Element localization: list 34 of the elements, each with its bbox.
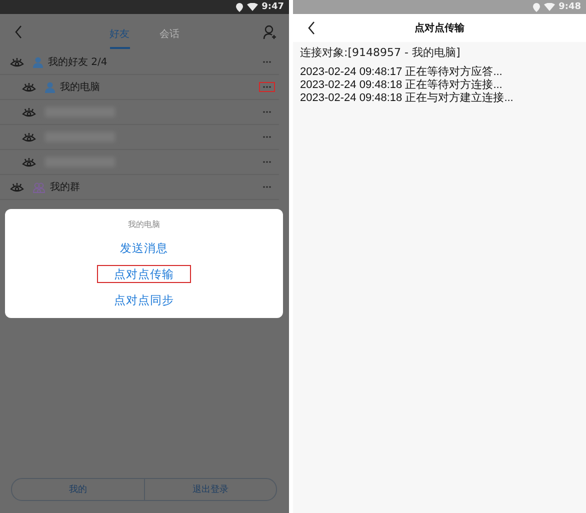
group-icon — [33, 182, 45, 192]
back-button[interactable] — [307, 21, 317, 35]
eye-icon[interactable] — [22, 82, 36, 92]
location-icon — [532, 2, 540, 12]
dialog-title: 我的电脑 — [128, 219, 160, 230]
group-name: 我的好友 2/4 — [48, 56, 108, 69]
log-line: 2023-02-24 09:48:18 正在等待对方连接... — [300, 79, 504, 92]
person-icon — [45, 82, 55, 92]
add-friend-icon[interactable] — [263, 24, 277, 40]
eye-icon[interactable] — [10, 56, 24, 68]
dialog-option[interactable]: 点对点传输 — [97, 265, 191, 283]
dialog-option[interactable]: 发送消息 — [103, 239, 185, 257]
eye-icon[interactable] — [22, 106, 36, 118]
dialog-option[interactable]: 点对点同步 — [97, 291, 191, 309]
status-time: 9:48 — [558, 2, 581, 12]
eye-icon[interactable] — [10, 182, 24, 192]
connection-target: 连接对象:[9148957 - 我的电脑] — [300, 45, 462, 60]
log-line: 2023-02-24 09:48:17 正在等待对方应答... — [300, 66, 504, 78]
page-title: 点对点传输 — [414, 22, 464, 35]
bottom-button[interactable]: 退出登录 — [144, 479, 276, 500]
status-time: 9:47 — [262, 2, 284, 12]
group-name: 我的群 — [50, 180, 80, 194]
person-icon — [33, 56, 43, 68]
tab[interactable]: 会话 — [160, 20, 180, 49]
bottom-button[interactable]: 我的 — [12, 479, 144, 500]
wifi-icon — [544, 3, 555, 11]
location-icon — [236, 2, 243, 12]
log-line: 2023-02-24 09:48:18 正在与对方建立连接... — [300, 92, 514, 105]
more-icon[interactable] — [259, 82, 275, 92]
eye-icon[interactable] — [22, 132, 36, 142]
contact-name: 我的电脑 — [60, 80, 100, 94]
wifi-icon — [246, 3, 258, 11]
eye-icon[interactable] — [22, 156, 36, 168]
tab[interactable]: 好友 — [110, 20, 130, 49]
